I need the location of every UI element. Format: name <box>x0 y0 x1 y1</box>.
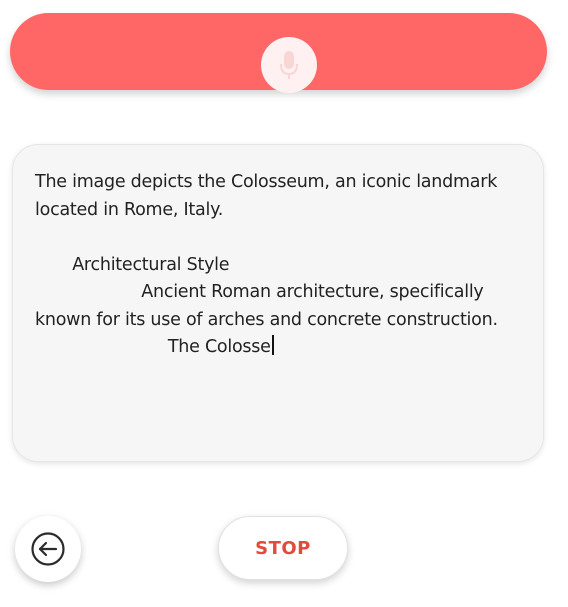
text-cursor <box>271 335 274 355</box>
arrow-left-circle-icon <box>31 532 65 566</box>
microphone-icon <box>280 51 298 79</box>
mic-button[interactable] <box>261 37 317 93</box>
transcript-content: The image depicts the Colosseum, an icon… <box>35 172 498 357</box>
stop-button-label: STOP <box>255 537 311 559</box>
transcript-text[interactable]: The image depicts the Colosseum, an icon… <box>35 169 525 362</box>
mic-bar <box>10 13 547 93</box>
back-button[interactable] <box>15 516 81 582</box>
stop-button[interactable]: STOP <box>218 516 348 580</box>
speech-screen: The image depicts the Colosseum, an icon… <box>0 0 568 607</box>
transcript-card[interactable]: The image depicts the Colosseum, an icon… <box>12 144 544 462</box>
